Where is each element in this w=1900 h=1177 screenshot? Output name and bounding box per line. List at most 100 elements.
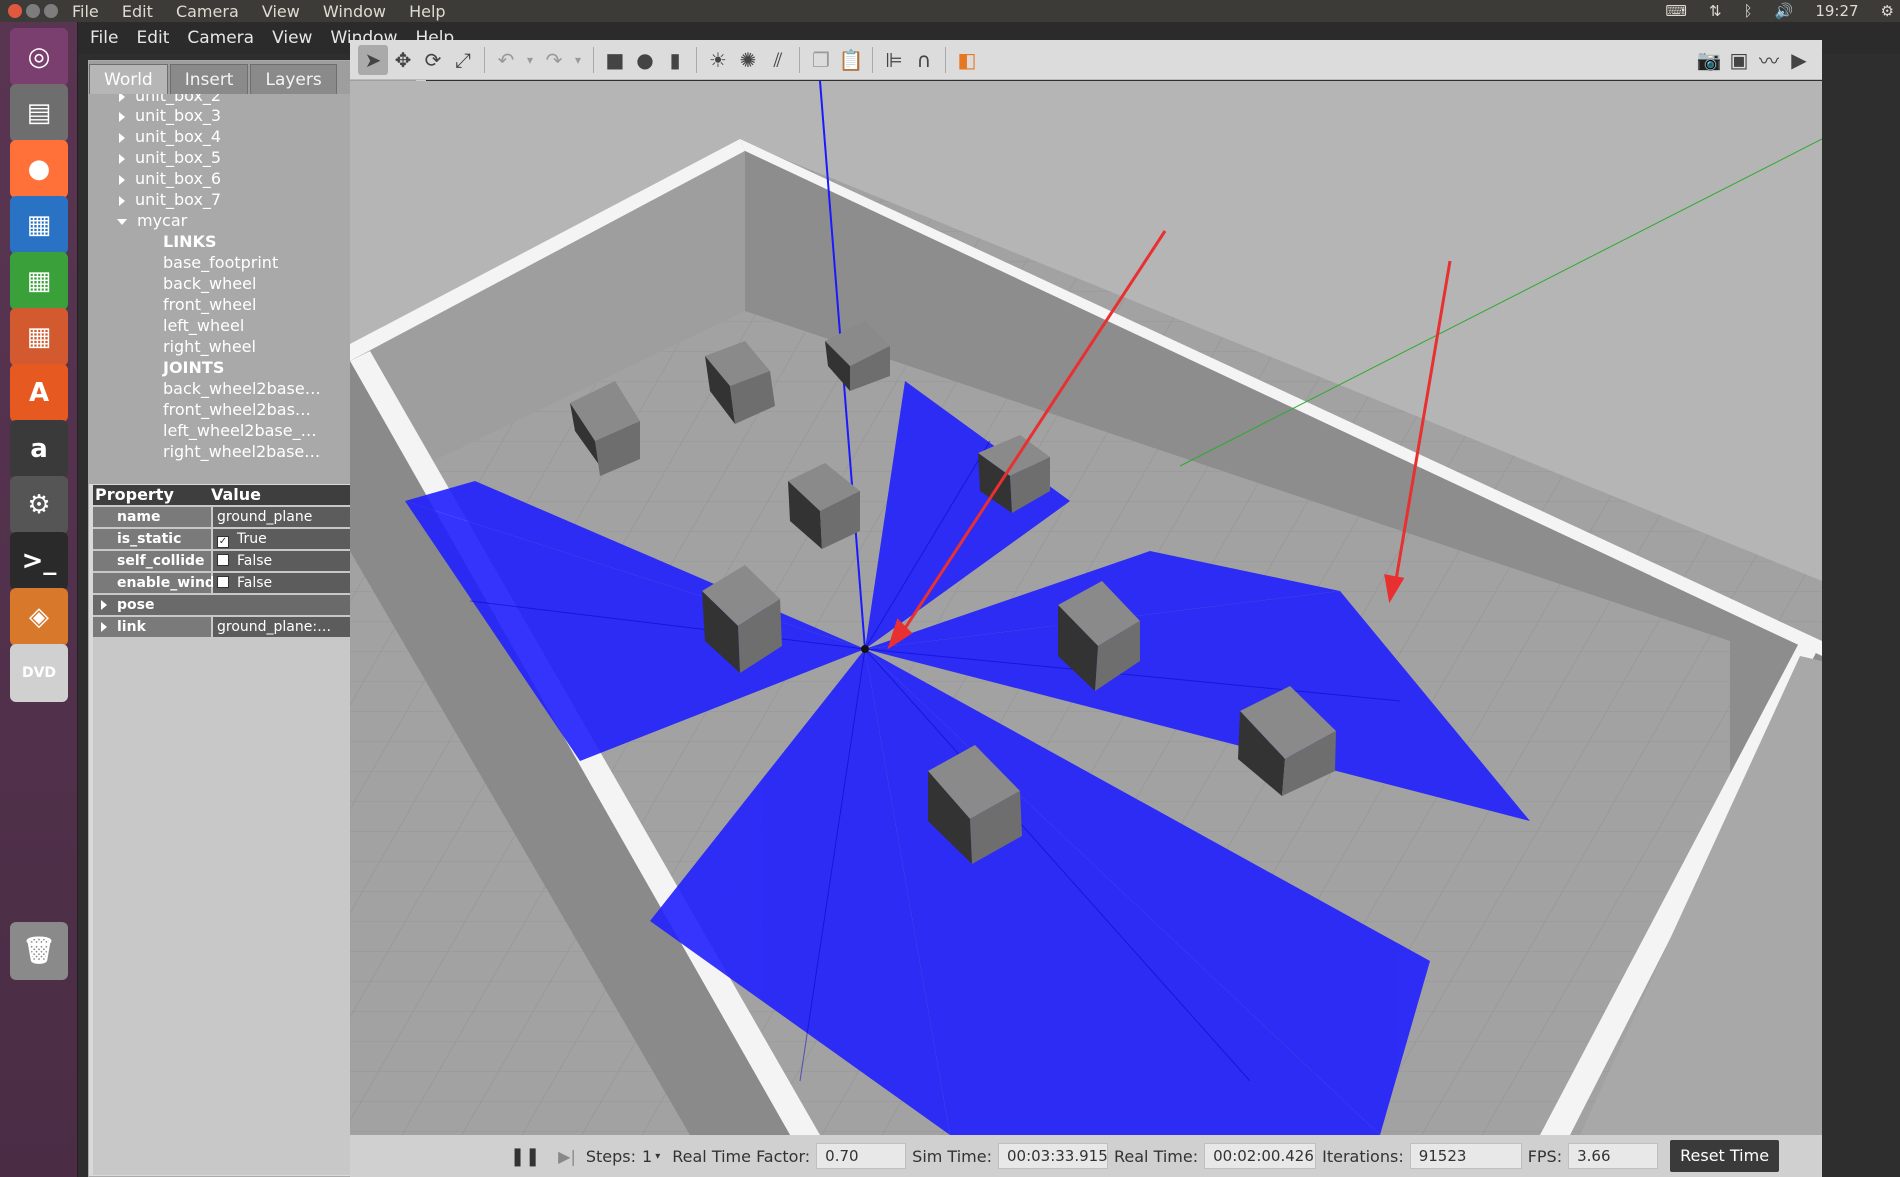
joint-item[interactable]: front_wheel2bas…	[163, 400, 311, 420]
step-icon[interactable]: ▶|	[558, 1147, 576, 1166]
network-icon[interactable]: ⇅	[1709, 2, 1722, 20]
box-shape-icon[interactable]: ■	[600, 45, 630, 75]
paste-icon[interactable]: 📋	[836, 45, 866, 75]
tree-item-mycar[interactable]: mycar	[117, 211, 187, 231]
maximize-window-button[interactable]	[44, 4, 58, 18]
plot-icon[interactable]: 〰	[1754, 45, 1784, 75]
bluetooth-icon[interactable]: ᛒ	[1744, 2, 1753, 20]
property-key: is_static	[93, 529, 211, 549]
power-icon[interactable]: ⚙	[1881, 2, 1894, 20]
trash-icon[interactable]: 🗑	[10, 922, 68, 980]
redo-icon[interactable]: ↷	[539, 45, 569, 75]
software-center-icon[interactable]: A	[10, 364, 68, 422]
expand-arrow-icon[interactable]	[101, 622, 107, 632]
link-item[interactable]: right_wheel	[163, 337, 256, 357]
tree-item[interactable]: unit_box_4	[119, 127, 221, 147]
menu-view[interactable]: View	[272, 28, 312, 48]
calc-icon[interactable]: ▦	[10, 252, 68, 310]
writer-icon[interactable]: ▦	[10, 196, 68, 254]
expand-arrow-icon[interactable]	[119, 174, 125, 185]
menu-edit[interactable]: Edit	[136, 28, 169, 48]
link-item[interactable]: back_wheel	[163, 274, 256, 294]
rotate-mode-icon[interactable]: ⟳	[418, 45, 448, 75]
system-menu-file[interactable]: File	[72, 2, 99, 21]
system-tray: ⌨ ⇅ ᛒ 🔊 19:27 ⚙	[1665, 0, 1900, 22]
checkbox-checked[interactable]: ✓	[217, 536, 229, 548]
pause-icon[interactable]: ❚❚	[510, 1146, 540, 1167]
volume-icon[interactable]: 🔊	[1775, 2, 1794, 20]
settings-icon[interactable]: ⚙	[10, 476, 68, 534]
expand-arrow-icon[interactable]	[119, 195, 125, 206]
keyboard-icon[interactable]: ⌨	[1665, 2, 1687, 20]
link-item[interactable]: left_wheel	[163, 316, 244, 336]
close-window-button[interactable]	[8, 4, 22, 18]
expand-arrow-icon[interactable]	[101, 600, 107, 610]
align-icon[interactable]: ⊫	[879, 45, 909, 75]
impress-icon[interactable]: ▦	[10, 308, 68, 366]
expand-arrow-icon[interactable]	[119, 94, 125, 102]
steps-value[interactable]: 1	[642, 1147, 652, 1166]
expand-arrow-icon[interactable]	[119, 153, 125, 164]
snap-icon[interactable]: ∩	[909, 45, 939, 75]
terminal-icon[interactable]: >_	[10, 532, 68, 590]
scene-render[interactable]	[350, 81, 1822, 1135]
directional-light-icon[interactable]: ⫽	[763, 45, 793, 75]
record-video-icon[interactable]: ▶	[1784, 45, 1814, 75]
link-item[interactable]: base_footprint	[163, 253, 278, 273]
rtf-label: Real Time Factor:	[672, 1146, 811, 1166]
point-light-icon[interactable]: ☀	[703, 45, 733, 75]
menu-file[interactable]: File	[90, 28, 118, 48]
tab-insert[interactable]: Insert	[169, 64, 249, 94]
tree-item[interactable]: unit_box_5	[119, 148, 221, 168]
menu-camera[interactable]: Camera	[187, 28, 254, 48]
screenshot-icon[interactable]: 📷	[1694, 45, 1724, 75]
select-mode-icon[interactable]: ➤	[358, 44, 388, 75]
firefox-icon[interactable]: ●	[10, 140, 68, 198]
expand-arrow-icon[interactable]	[119, 132, 125, 143]
system-menu-help[interactable]: Help	[409, 2, 445, 21]
amazon-icon[interactable]: a	[10, 420, 68, 478]
checkbox-unchecked[interactable]	[217, 554, 229, 566]
system-menu-camera[interactable]: Camera	[176, 2, 239, 21]
tab-world[interactable]: World	[89, 64, 168, 94]
3d-viewport[interactable]	[350, 81, 1822, 1135]
scale-mode-icon[interactable]: ⤢	[448, 45, 478, 75]
minimize-window-button[interactable]	[26, 4, 40, 18]
tree-item[interactable]: unit_box_3	[119, 106, 221, 126]
undo-icon[interactable]: ↶	[491, 45, 521, 75]
sim-time-value: 00:03:33.915	[997, 1143, 1108, 1169]
change-view-icon[interactable]: ◧	[952, 45, 982, 75]
system-menu-window[interactable]: Window	[323, 2, 386, 21]
ubuntu-dash-icon[interactable]: ◎	[10, 28, 68, 86]
checkbox-unchecked[interactable]	[217, 576, 229, 588]
expand-arrow-icon[interactable]	[119, 111, 125, 122]
reset-time-button[interactable]: Reset Time	[1670, 1140, 1780, 1172]
copy-icon[interactable]: ❐	[806, 45, 836, 75]
gazebo-icon[interactable]: ◈	[10, 588, 68, 646]
tree-item[interactable]: unit_box_6	[119, 169, 221, 189]
clock[interactable]: 19:27	[1815, 2, 1858, 20]
spot-light-icon[interactable]: ✺	[733, 45, 763, 75]
dvd-icon[interactable]: DVD	[10, 644, 68, 702]
steps-dropdown-icon[interactable]: ▾	[655, 1151, 660, 1162]
translate-mode-icon[interactable]: ✥	[388, 45, 418, 75]
joint-item[interactable]: left_wheel2base_…	[163, 421, 317, 441]
toolbar-separator	[593, 46, 594, 73]
toolbar-separator	[696, 46, 697, 73]
redo-dropdown-icon[interactable]: ▾	[569, 45, 587, 75]
link-item[interactable]: front_wheel	[163, 295, 256, 315]
system-menu-view[interactable]: View	[262, 2, 300, 21]
joint-item[interactable]: back_wheel2base…	[163, 379, 321, 399]
collapse-arrow-icon[interactable]	[117, 218, 127, 225]
files-icon[interactable]: ▤	[10, 84, 68, 142]
undo-dropdown-icon[interactable]: ▾	[521, 45, 539, 75]
system-menu-edit[interactable]: Edit	[122, 2, 153, 21]
tab-layers[interactable]: Layers	[250, 64, 337, 94]
tree-item[interactable]: unit_box_2	[119, 94, 221, 106]
links-header: LINKS	[163, 232, 217, 251]
tree-item[interactable]: unit_box_7	[119, 190, 221, 210]
joint-item[interactable]: right_wheel2base…	[163, 442, 320, 462]
cylinder-shape-icon[interactable]: ▮	[660, 45, 690, 75]
sphere-shape-icon[interactable]: ●	[630, 45, 660, 75]
log-icon[interactable]: ▣	[1724, 45, 1754, 75]
